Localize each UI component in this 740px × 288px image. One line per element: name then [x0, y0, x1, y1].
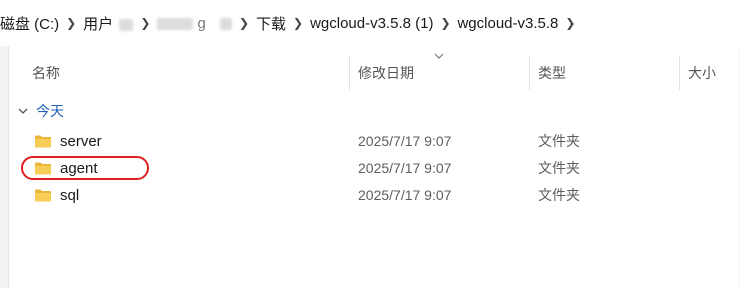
chevron-right-icon[interactable]: ❯: [561, 16, 579, 30]
column-header-name-label: 名称: [32, 65, 60, 81]
column-header-name[interactable]: 名称: [32, 58, 60, 88]
list-item[interactable]: sql 2025/7/17 9:07 文件夹: [8, 182, 740, 208]
file-name: sql: [60, 186, 80, 204]
breadcrumb-item-username[interactable]: g: [154, 15, 235, 32]
group-header-today[interactable]: 今天: [18, 100, 64, 122]
file-name-cell[interactable]: sql: [34, 182, 79, 208]
redacted-text: [157, 17, 194, 30]
column-divider[interactable]: [349, 56, 350, 90]
file-type: 文件夹: [538, 160, 580, 176]
folder-icon: [35, 135, 51, 148]
folder-icon: [35, 162, 51, 175]
file-name-cell[interactable]: agent: [34, 155, 98, 181]
breadcrumb-item-drive[interactable]: 磁盘 (C:): [0, 13, 62, 34]
file-modified: 2025/7/17 9:07: [358, 160, 452, 176]
breadcrumb-item-current[interactable]: wgcloud-v3.5.8: [454, 15, 561, 32]
breadcrumb-item-parent[interactable]: wgcloud-v3.5.8 (1): [307, 15, 436, 32]
column-header-modified[interactable]: 修改日期: [358, 58, 414, 88]
folder-icon: [35, 189, 51, 202]
address-breadcrumb[interactable]: 磁盘 (C:) ❯ 用户 ❯ g ❯ 下载 ❯ wgcloud-v3.5.8 (…: [0, 0, 740, 46]
chevron-right-icon[interactable]: ❯: [136, 16, 154, 30]
column-divider[interactable]: [529, 56, 530, 90]
file-list-pane[interactable]: 名称 修改日期 类型 大小 今天 server 2025/7/17 9:07 文…: [0, 46, 740, 288]
chevron-right-icon[interactable]: ❯: [289, 16, 307, 30]
file-modified: 2025/7/17 9:07: [358, 187, 452, 203]
redacted-text: [119, 18, 134, 31]
column-divider[interactable]: [679, 56, 680, 90]
chevron-down-icon[interactable]: [18, 107, 28, 115]
breadcrumb-item-users[interactable]: 用户: [80, 13, 136, 34]
breadcrumb-username-fragment: g: [197, 14, 206, 32]
column-header-modified-label: 修改日期: [358, 65, 414, 81]
column-header-type-label: 类型: [538, 65, 566, 81]
column-header-size[interactable]: 大小: [688, 58, 716, 88]
file-type: 文件夹: [538, 133, 580, 149]
chevron-right-icon[interactable]: ❯: [62, 16, 80, 30]
breadcrumb-users-label: 用户: [83, 15, 114, 33]
chevron-right-icon[interactable]: ❯: [235, 16, 253, 30]
list-item[interactable]: agent 2025/7/17 9:07 文件夹: [8, 155, 740, 181]
sort-chevron-down-icon: [434, 53, 444, 59]
file-name-cell[interactable]: server: [34, 128, 102, 154]
redacted-text: [220, 17, 233, 30]
column-header-type[interactable]: 类型: [538, 58, 566, 88]
breadcrumb-item-downloads[interactable]: 下载: [253, 13, 289, 34]
list-item[interactable]: server 2025/7/17 9:07 文件夹: [8, 128, 740, 154]
chevron-right-icon[interactable]: ❯: [436, 16, 454, 30]
file-name: server: [60, 132, 102, 150]
group-header-label: 今天: [36, 103, 64, 119]
file-name: agent: [60, 159, 98, 177]
file-type: 文件夹: [538, 187, 580, 203]
file-modified: 2025/7/17 9:07: [358, 133, 452, 149]
column-header-size-label: 大小: [688, 65, 716, 81]
